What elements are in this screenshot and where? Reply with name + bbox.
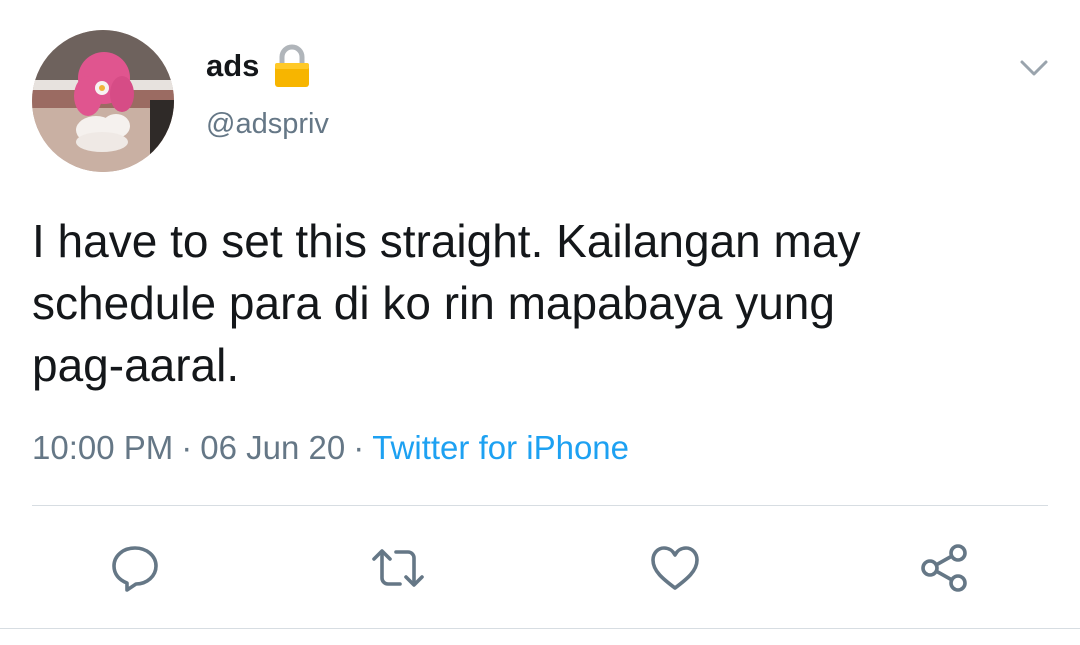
share-icon: [921, 544, 967, 592]
tweet-meta: 10:00 PM · 06 Jun 20 · Twitter for iPhone: [32, 426, 629, 470]
tweet-time[interactable]: 10:00 PM: [32, 429, 173, 466]
bottom-divider: [0, 628, 1080, 629]
heart-icon: [651, 546, 699, 590]
display-name[interactable]: ads: [206, 46, 259, 86]
share-button[interactable]: [916, 540, 972, 596]
divider: [32, 505, 1048, 506]
like-button[interactable]: [647, 540, 703, 596]
tweet-text: I have to set this straight. Kailangan m…: [32, 215, 861, 391]
user-handle[interactable]: @adspriv: [206, 104, 329, 144]
avatar[interactable]: [32, 30, 174, 172]
chevron-down-icon[interactable]: [1014, 52, 1054, 84]
reply-icon: [112, 546, 158, 592]
retweet-icon: [372, 549, 424, 587]
separator: ·: [181, 429, 193, 466]
separator: ·: [353, 429, 365, 466]
lock-icon: [272, 44, 312, 88]
tweet-card: ads @adspriv I have to set this straight…: [0, 0, 1080, 645]
tweet-date[interactable]: 06 Jun 20: [200, 429, 345, 466]
reply-button[interactable]: [107, 540, 163, 596]
retweet-button[interactable]: [370, 540, 426, 596]
avatar-image: [32, 30, 174, 172]
tweet-source-link[interactable]: Twitter for iPhone: [372, 429, 629, 466]
